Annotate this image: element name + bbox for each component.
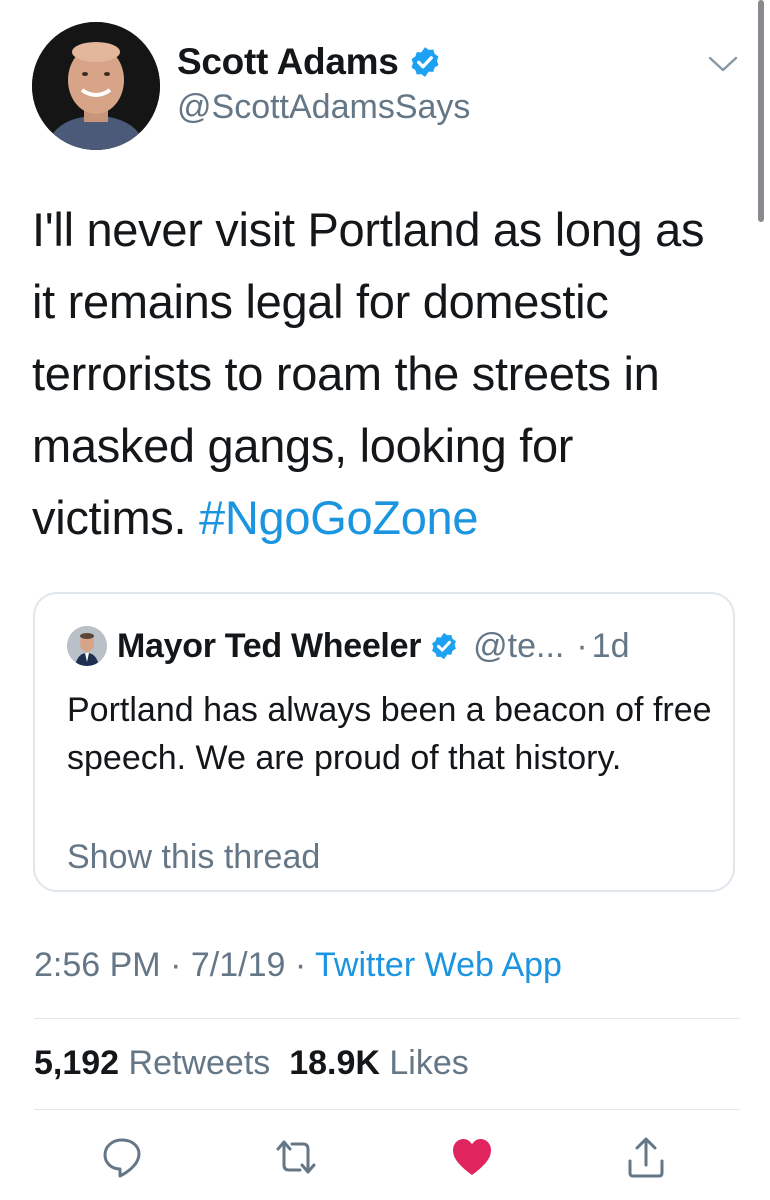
share-icon xyxy=(628,1137,664,1178)
tweet-time[interactable]: 2:56 PM xyxy=(34,946,161,984)
author-handle[interactable]: @ScottAdamsSays xyxy=(177,88,470,127)
heart-icon xyxy=(453,1139,491,1175)
author-avatar[interactable] xyxy=(32,22,160,150)
quoted-time-separator: · xyxy=(576,626,588,665)
meta-separator: · xyxy=(294,946,307,984)
tweet-date[interactable]: 7/1/19 xyxy=(191,946,286,984)
likes-label: Likes xyxy=(389,1044,469,1082)
quoted-tweet-card[interactable]: Mayor Ted Wheeler @te... · 1d Portland h… xyxy=(33,592,735,892)
show-thread-link[interactable]: Show this thread xyxy=(67,838,320,877)
divider xyxy=(34,1109,740,1110)
scrollbar[interactable] xyxy=(758,0,764,222)
retweet-button[interactable] xyxy=(274,1135,318,1179)
quoted-tweet-time[interactable]: 1d xyxy=(592,627,630,666)
retweets-count: 5,192 xyxy=(34,1044,120,1082)
meta-separator: · xyxy=(170,946,182,984)
tweet-source-link[interactable]: Twitter Web App xyxy=(315,946,562,984)
tweet-text: I'll never visit Portland as long as it … xyxy=(32,194,732,554)
author-display-name[interactable]: Scott Adams xyxy=(177,41,399,83)
retweets-stat[interactable]: 5,192 Retweets xyxy=(34,1044,270,1082)
like-button[interactable] xyxy=(450,1135,494,1179)
share-button[interactable] xyxy=(624,1135,668,1179)
divider xyxy=(34,1018,740,1019)
quoted-tweet-header: Mayor Ted Wheeler @te... · 1d xyxy=(67,626,630,666)
verified-badge-icon xyxy=(432,632,456,660)
quoted-author-handle[interactable]: @te... xyxy=(473,627,564,666)
quoted-author-display-name[interactable]: Mayor Ted Wheeler xyxy=(117,627,421,666)
verified-badge-icon xyxy=(412,47,439,77)
reply-button[interactable] xyxy=(100,1135,144,1179)
retweets-label: Retweets xyxy=(128,1044,271,1082)
quoted-tweet-text: Portland has always been a beacon of fre… xyxy=(67,691,712,777)
tweet-header: Scott Adams @ScottAdamsSays xyxy=(32,22,740,152)
retweet-icon xyxy=(276,1140,316,1174)
quoted-author-avatar[interactable] xyxy=(67,626,107,666)
author-info: Scott Adams @ScottAdamsSays xyxy=(177,38,470,127)
avatar-photo xyxy=(32,22,160,150)
tweet-metadata: 2:56 PM · 7/1/19 · Twitter Web App xyxy=(34,946,562,985)
tweet-action-bar xyxy=(0,1135,770,1179)
hashtag-link[interactable]: #NgoGoZone xyxy=(199,491,478,544)
likes-stat[interactable]: 18.9K Likes xyxy=(289,1044,469,1082)
reply-icon xyxy=(103,1138,141,1178)
likes-count: 18.9K xyxy=(289,1044,380,1082)
chevron-down-icon[interactable] xyxy=(706,52,740,76)
tweet-stats: 5,192 Retweets 18.9K Likes xyxy=(34,1044,469,1083)
quoted-avatar-photo xyxy=(67,626,107,666)
